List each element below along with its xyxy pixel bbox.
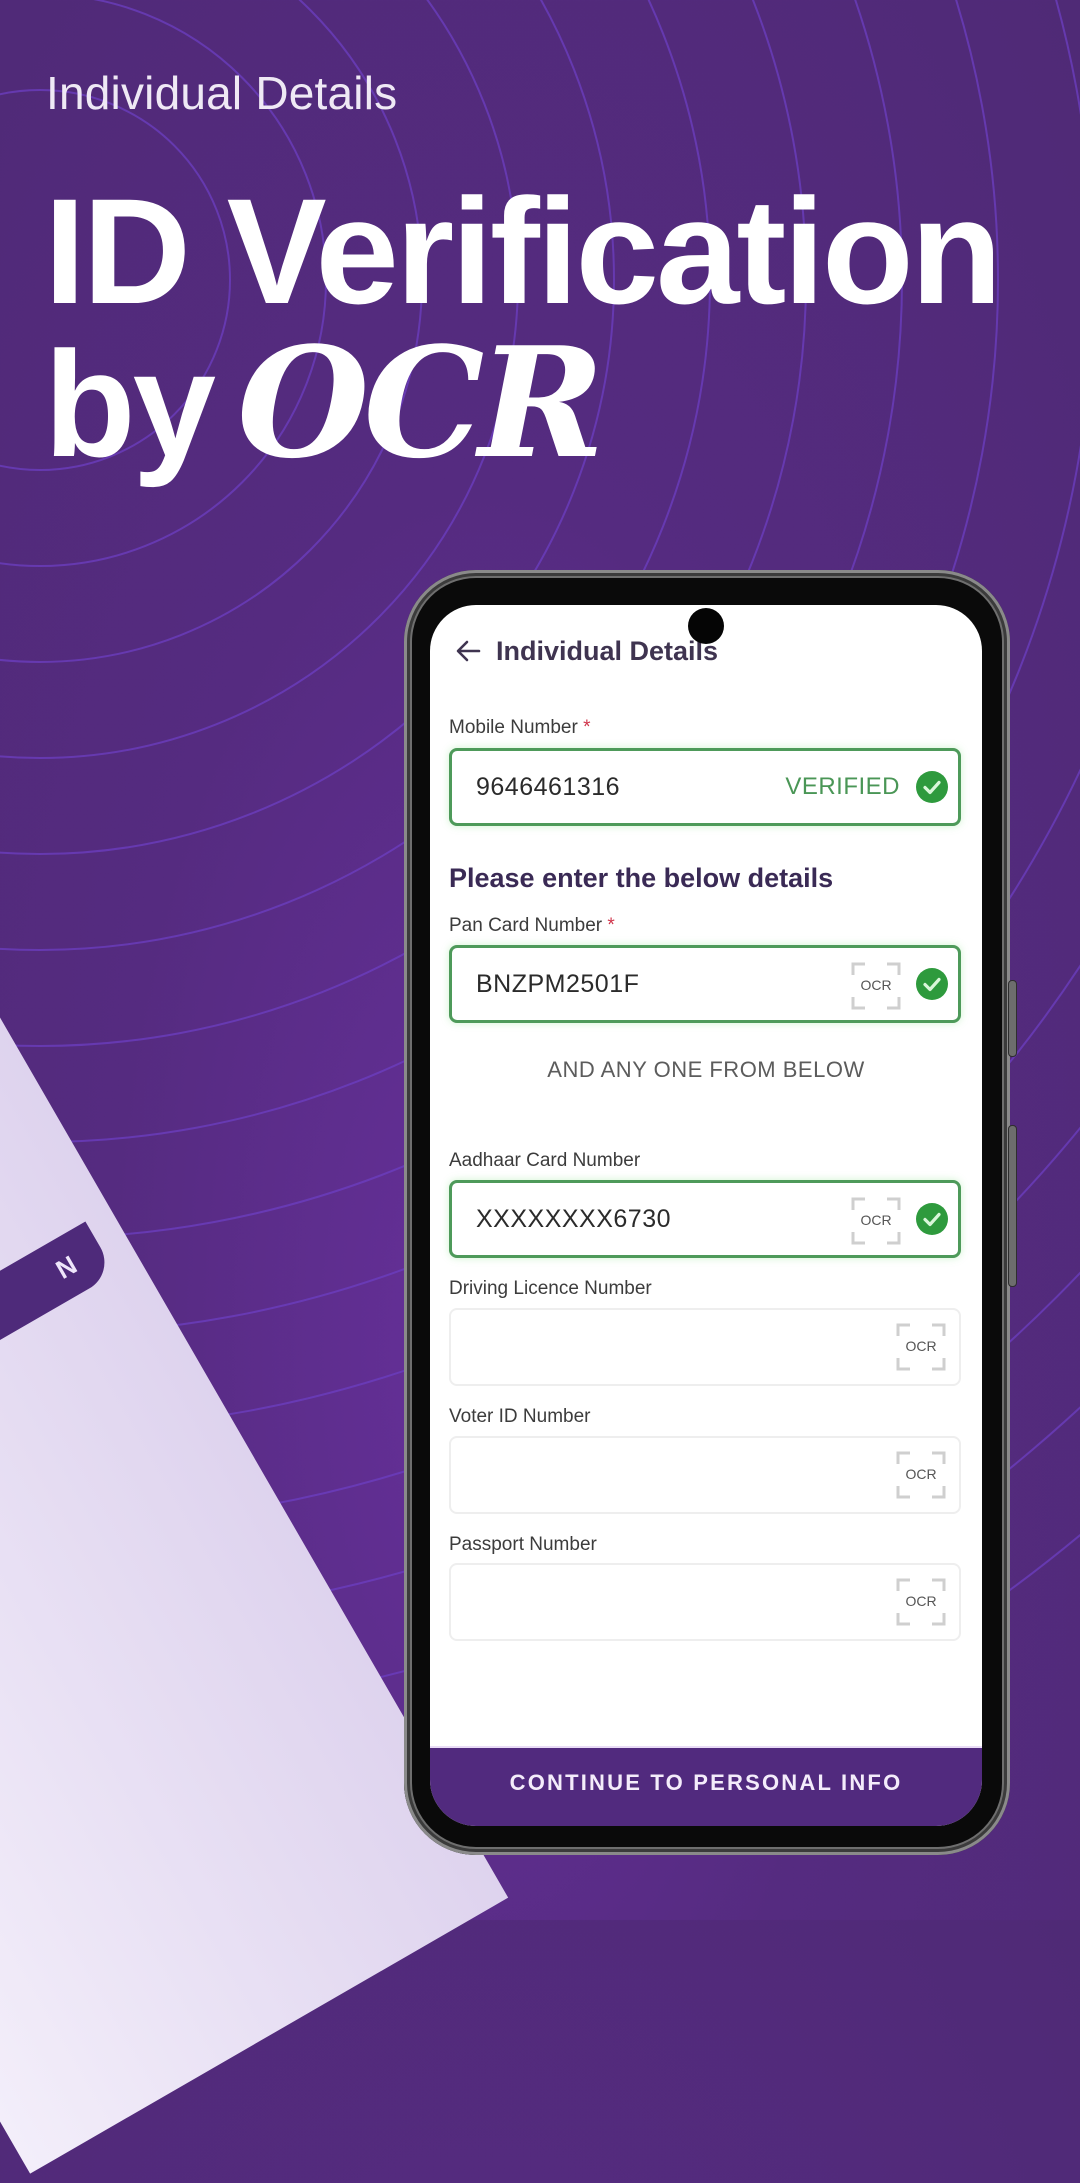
voter-id-label: Voter ID Number [449, 1406, 591, 1427]
phone-power-button [1008, 1125, 1017, 1287]
ocr-label: OCR [860, 977, 892, 993]
mobile-number-value: 9646461316 [476, 773, 621, 801]
aadhaar-card-field[interactable]: XXXXXXXX6730 OCR [449, 1180, 961, 1258]
driving-licence-label: Driving Licence Number [449, 1278, 652, 1299]
required-mark: * [607, 915, 615, 936]
banner-subtitle: Individual Details [46, 67, 398, 119]
app-header-title: Individual Details [496, 635, 719, 666]
headline-line-2: by OCR [44, 327, 999, 480]
section-title: Please enter the below details [449, 863, 834, 893]
headline-ocr: OCR [237, 313, 605, 492]
continue-button[interactable]: CONTINUE TO PERSONAL INFO [430, 1746, 982, 1826]
ocr-scan-button[interactable]: OCR [895, 1450, 947, 1500]
check-circle-icon [916, 1203, 948, 1235]
mobile-number-label: Mobile Number * [449, 717, 591, 739]
front-camera [688, 608, 724, 644]
ocr-scan-button[interactable]: OCR [895, 1322, 947, 1372]
aadhaar-card-value: XXXXXXXX6730 [476, 1205, 672, 1233]
driving-licence-field[interactable]: OCR [449, 1308, 961, 1386]
check-circle-icon [916, 968, 948, 1000]
pan-card-label-text: Pan Card Number [449, 915, 603, 936]
check-circle-icon [916, 771, 948, 803]
headline-by: by [44, 320, 216, 488]
phone-volume-button [1008, 980, 1017, 1057]
pan-card-label: Pan Card Number * [449, 915, 615, 937]
phone-screen: Individual Details Mobile Number * 96464… [430, 605, 982, 1826]
pan-card-field[interactable]: BNZPM2501F OCR [449, 945, 961, 1023]
arrow-left-icon[interactable] [454, 637, 482, 665]
passport-label: Passport Number [449, 1534, 597, 1555]
ocr-label: OCR [860, 1212, 892, 1228]
app-header: Individual Details [454, 631, 718, 671]
mobile-number-label-text: Mobile Number [449, 717, 578, 738]
aadhaar-card-label: Aadhaar Card Number [449, 1150, 641, 1171]
ocr-label: OCR [905, 1593, 937, 1609]
voter-id-field[interactable]: OCR [449, 1436, 961, 1514]
mobile-number-field[interactable]: 9646461316 VERIFIED [449, 748, 961, 826]
ocr-scan-button[interactable]: OCR [850, 961, 902, 1011]
separator-text: AND ANY ONE FROM BELOW [547, 1057, 865, 1082]
pan-card-value: BNZPM2501F [476, 970, 640, 998]
banner-headline: ID Verification by OCR [44, 176, 1002, 480]
verified-status: VERIFIED [785, 773, 900, 800]
ocr-label: OCR [905, 1338, 937, 1354]
headline-line-1: ID Verification [44, 167, 1002, 335]
ocr-label: OCR [905, 1466, 937, 1482]
ocr-scan-button[interactable]: OCR [895, 1577, 947, 1627]
ocr-scan-button[interactable]: OCR [850, 1196, 902, 1246]
required-mark: * [583, 717, 591, 738]
passport-field[interactable]: OCR [449, 1563, 961, 1641]
